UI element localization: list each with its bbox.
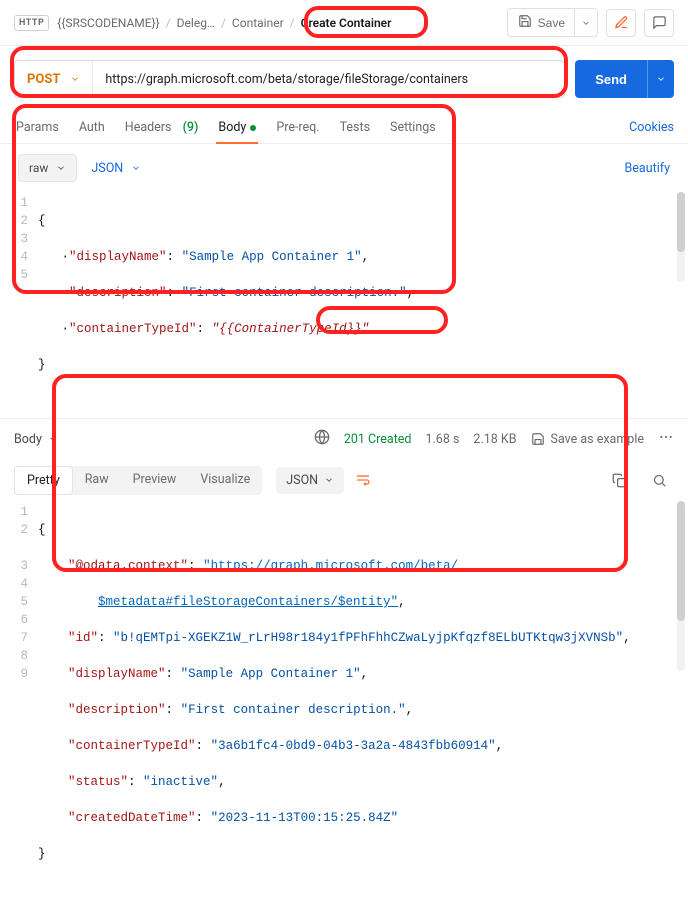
network-icon[interactable]: [314, 429, 330, 449]
breadcrumb-sep: /: [290, 16, 295, 30]
send-dropdown[interactable]: [647, 60, 674, 98]
view-raw[interactable]: Raw: [73, 466, 121, 495]
tab-settings[interactable]: Settings: [388, 112, 438, 143]
breadcrumb-item[interactable]: Container: [232, 16, 284, 30]
body-controls: raw JSON Beautify: [0, 144, 688, 192]
chevron-down-icon: [70, 74, 80, 84]
tab-params[interactable]: Params: [14, 112, 61, 143]
request-body-editor[interactable]: 12345 { ·"displayName": "Sample App Cont…: [0, 192, 688, 418]
method-label: POST: [27, 72, 60, 87]
chevron-down-icon: [656, 74, 666, 84]
breadcrumb: {{SRSCODENAME}} / Deleg… / Container / C…: [57, 16, 498, 30]
view-pretty[interactable]: Pretty: [14, 466, 73, 495]
beautify-link[interactable]: Beautify: [625, 161, 671, 176]
copy-button[interactable]: [604, 466, 634, 494]
tab-body[interactable]: Body: [216, 112, 258, 143]
breadcrumb-sep: /: [166, 16, 171, 30]
tab-headers[interactable]: Headers (9): [123, 112, 201, 143]
request-tabs: Params Auth Headers (9) Body Pre-req. Te…: [0, 106, 688, 144]
url-input[interactable]: https://graph.microsoft.com/beta/storage…: [93, 61, 564, 97]
chevron-down-icon: [324, 475, 334, 485]
chevron-down-icon: [56, 163, 66, 173]
breadcrumb-item[interactable]: Deleg…: [177, 16, 215, 30]
cookies-link[interactable]: Cookies: [629, 120, 674, 135]
response-header: Body 201 Created 1.68 s 2.18 KB Save as …: [0, 419, 688, 459]
body-language-select[interactable]: JSON: [91, 161, 141, 176]
send-button[interactable]: Send: [575, 60, 647, 98]
body-type-select[interactable]: raw: [18, 154, 77, 182]
save-icon: [518, 14, 532, 31]
save-dropdown[interactable]: [574, 8, 598, 37]
scrollbar[interactable]: [677, 192, 685, 282]
response-body-tab[interactable]: Body: [14, 432, 58, 447]
line-gutter: 12 3456789: [0, 503, 38, 899]
response-language-select[interactable]: JSON: [276, 467, 344, 494]
tab-tests[interactable]: Tests: [338, 112, 372, 143]
view-visualize[interactable]: Visualize: [188, 466, 262, 495]
save-label: Save: [538, 16, 565, 30]
status-code: 201 Created: [344, 432, 412, 447]
breadcrumb-current: Create Container: [301, 16, 392, 30]
response-body-viewer[interactable]: 12 3456789 { "@odata.context": "https://…: [0, 501, 688, 907]
comment-button[interactable]: [644, 9, 674, 37]
search-button[interactable]: [644, 466, 674, 494]
response-view-tabs: Pretty Raw Preview Visualize JSON: [0, 459, 688, 501]
more-actions-button[interactable]: [658, 429, 674, 449]
tab-prereq[interactable]: Pre-req.: [274, 112, 321, 143]
response-time: 1.68 s: [425, 432, 459, 447]
chevron-down-icon: [581, 18, 591, 28]
edit-button[interactable]: [606, 9, 636, 37]
tab-auth[interactable]: Auth: [77, 112, 107, 143]
save-as-example-button[interactable]: Save as example: [531, 432, 644, 447]
chevron-down-icon: [48, 434, 58, 444]
response-size: 2.18 KB: [473, 432, 516, 447]
chevron-down-icon: [131, 163, 141, 173]
breadcrumb-item[interactable]: {{SRSCODENAME}}: [57, 16, 159, 30]
scrollbar[interactable]: [677, 501, 685, 671]
save-button[interactable]: Save: [507, 8, 576, 37]
changes-dot-icon: [250, 125, 256, 131]
http-badge: HTTP: [14, 15, 49, 31]
method-select[interactable]: POST: [15, 61, 93, 97]
line-gutter: 12345: [0, 194, 38, 410]
breadcrumb-sep: /: [221, 16, 226, 30]
view-preview[interactable]: Preview: [121, 466, 189, 495]
request-row: POST https://graph.microsoft.com/beta/st…: [0, 46, 688, 106]
line-wrap-button[interactable]: [348, 465, 378, 495]
header: HTTP {{SRSCODENAME}} / Deleg… / Containe…: [0, 0, 688, 46]
